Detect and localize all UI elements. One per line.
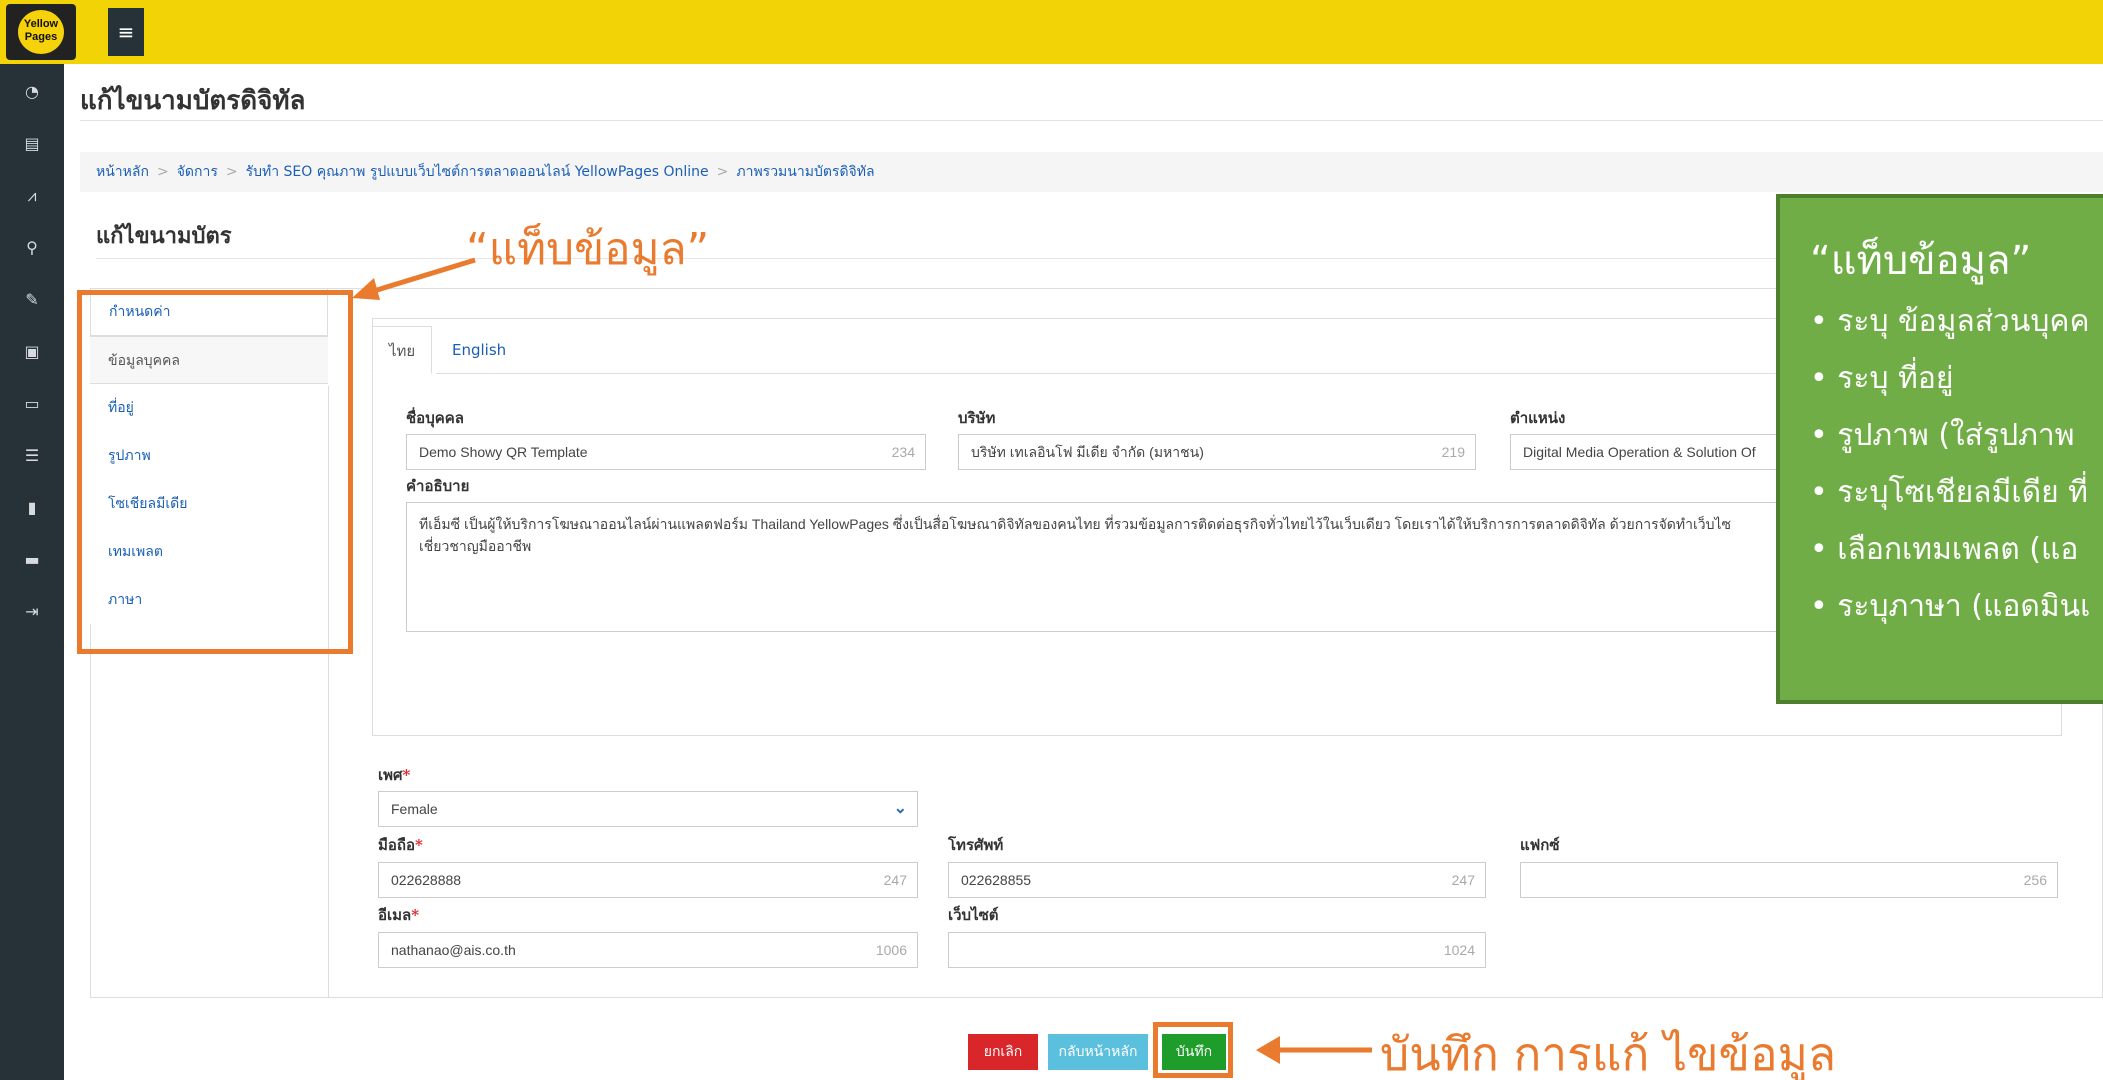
callout-item: • ระบุโซเชียลมีเดีย ที่ (1810, 475, 2088, 510)
name-char-count: 234 (891, 444, 915, 460)
callout-item: • ระบุ ที่อยู่ (1810, 361, 1954, 396)
fax-label: แฟกซ์ (1520, 836, 1560, 854)
annotation-arrow-icon (352, 257, 476, 300)
breadcrumb-separator: > (716, 164, 729, 180)
required-mark: * (402, 766, 411, 784)
divider (80, 120, 2103, 121)
logo-text: Yellow Pages (18, 10, 64, 54)
fax-char-count: 256 (2023, 872, 2047, 888)
mobile-input[interactable]: 022628888 247 (378, 862, 918, 898)
breadcrumb: หน้าหลัก > จัดการ > รับทำ SEO คุณภาพ รูปแบบเ… (80, 152, 2103, 192)
tab-annotation-label: “แท็บข้อมูล” (466, 224, 710, 275)
yellowpages-logo[interactable]: Yellow Pages (6, 4, 76, 60)
mobile-label: มือถือ* (378, 833, 423, 857)
gender-value: Female (391, 801, 438, 817)
hamburger-icon[interactable]: ≡ (108, 8, 144, 56)
gender-label-text: เพศ (378, 766, 403, 784)
gender-label: เพศ* (378, 763, 410, 787)
mobile-char-count: 247 (883, 872, 907, 888)
breadcrumb-separator: > (225, 164, 238, 180)
search-icon[interactable]: ⚲ (0, 228, 64, 268)
annotation-arrow-icon (1256, 1036, 1372, 1064)
info-callout: “แท็บข้อมูล” • ระบุ ข้อมูลส่วนบุคค • ระบ… (1776, 194, 2103, 704)
breadcrumb-separator: > (156, 164, 169, 180)
phone-label: โทรศัพท์ (948, 836, 1004, 854)
email-value: nathanao@ais.co.th (391, 942, 516, 958)
tab-english[interactable]: English (436, 326, 522, 374)
callout-item: • ระบุภาษา (แอดมินเ (1810, 589, 2091, 624)
sign-out-icon[interactable]: ⇥ (0, 592, 64, 632)
phone-value: 022628855 (961, 872, 1032, 888)
card-icon[interactable]: ▣ (0, 332, 64, 372)
top-bar: Yellow Pages ≡ (0, 0, 2103, 64)
callout-item: • ระบุ ข้อมูลส่วนบุคค (1810, 304, 2090, 339)
gender-select[interactable]: Female ⌄ (378, 791, 918, 827)
phone-input[interactable]: 022628855 247 (948, 862, 1486, 898)
required-mark: * (411, 906, 420, 924)
company-label: บริษัท (958, 409, 996, 427)
mobile-label-text: มือถือ (378, 836, 415, 854)
clipboard-icon[interactable]: ▮ (0, 488, 64, 528)
callout-title: “แท็บข้อมูล” (1810, 238, 2032, 284)
back-to-home-button[interactable]: กลับหน้าหลัก (1048, 1034, 1148, 1070)
breadcrumb-overview[interactable]: ภาพรวมนามบัตรดิจิทัล (736, 164, 874, 180)
company-value: บริษัท เทเลอินโฟ มีเดีย จำกัด (มหาชน) (971, 444, 1204, 460)
fax-input[interactable]: 256 (1520, 862, 2058, 898)
name-input[interactable]: Demo Showy QR Template 234 (406, 434, 926, 470)
position-label: ตำแหน่ง (1510, 409, 1566, 427)
callout-item: • รูปภาพ (ใส่รูปภาพ (1810, 418, 2075, 453)
breadcrumb-manage[interactable]: จัดการ (177, 164, 218, 180)
save-annotation-label: บันทึก การแก้ ไขข้อมูล (1380, 1027, 1837, 1080)
breadcrumb-site[interactable]: รับทำ SEO คุณภาพ รูปแบบเว็บไซต์การตลาดออ… (246, 164, 709, 180)
page-title: แก้ไขนามบัตรดิจิทัล (80, 86, 306, 116)
chart-icon[interactable]: ⩘ (0, 176, 64, 216)
cancel-button[interactable]: ยกเลิก (968, 1034, 1038, 1070)
email-input[interactable]: nathanao@ais.co.th 1006 (378, 932, 918, 968)
name-label: ชื่อบุคคล (406, 409, 464, 427)
edit-icon[interactable]: ✎ (0, 280, 64, 320)
website-label: เว็บไซต์ (948, 906, 999, 924)
chevron-down-icon: ⌄ (893, 800, 907, 817)
phone-char-count: 247 (1451, 872, 1475, 888)
website-input[interactable]: 1024 (948, 932, 1486, 968)
company-input[interactable]: บริษัท เทเลอินโฟ มีเดีย จำกัด (มหาชน) 21… (958, 434, 1476, 470)
save-highlight-box (1153, 1022, 1233, 1078)
id-card-icon[interactable]: ▭ (0, 384, 64, 424)
description-label: คำอธิบาย (406, 477, 470, 495)
mobile-value: 022628888 (391, 872, 462, 888)
breadcrumb-home[interactable]: หน้าหลัก (96, 164, 149, 180)
database-icon[interactable]: ▤ (0, 124, 64, 164)
sidebar: ◔ ▤ ⩘ ⚲ ✎ ▣ ▭ ☰ ▮ ▬ ⇥ (0, 64, 64, 1080)
folder-icon[interactable]: ▬ (0, 540, 64, 580)
required-mark: * (415, 836, 423, 854)
name-value: Demo Showy QR Template (419, 444, 588, 460)
dashboard-icon[interactable]: ◔ (0, 72, 64, 112)
card-title: แก้ไขนามบัตร (96, 223, 232, 249)
website-char-count: 1024 (1443, 942, 1475, 958)
email-char-count: 1006 (875, 942, 907, 958)
email-label: อีเมล* (378, 903, 419, 927)
tab-thai[interactable]: ไทย (372, 326, 433, 374)
list-icon[interactable]: ☰ (0, 436, 64, 476)
email-label-text: อีเมล (378, 906, 412, 924)
company-char-count: 219 (1441, 444, 1465, 460)
callout-item: • เลือกเทมเพลต (แอ (1810, 532, 2079, 567)
position-value: Digital Media Operation & Solution Of (1523, 444, 1756, 460)
tab-highlight-box (77, 290, 353, 654)
